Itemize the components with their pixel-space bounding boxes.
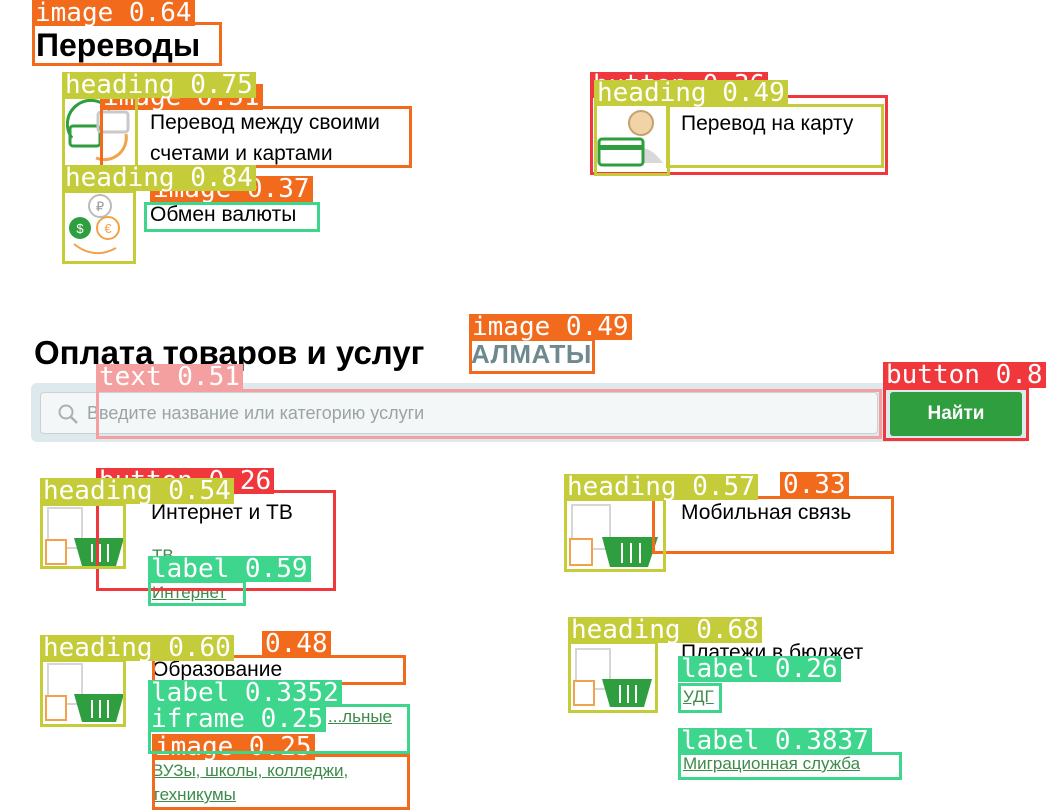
service-search-input[interactable] [40,392,878,434]
person-card-icon [597,103,671,173]
detection-label: image 0.64 [32,0,195,26]
search-button[interactable]: Найти [890,392,1022,436]
detection-label: iframe 0.25 [148,706,327,732]
transfer-own-accounts-link[interactable]: Перевод между своими счетами и картами [150,107,412,169]
detection-label: heading 0.75 [62,72,256,98]
detection-label: heading 0.54 [40,478,234,504]
detection-label: heading 0.68 [568,617,762,643]
shopping-basket-icon [568,501,664,571]
sub-link-universities[interactable]: ВУЗы, школы, колледжи, [152,761,348,781]
svg-text:₽: ₽ [96,199,104,214]
detection-label: button 0.8 [883,362,1046,388]
sub-link-education-1[interactable]: ...льные [328,707,392,727]
svg-text:$: $ [76,221,84,236]
detection-label: text 0.51 [96,364,243,390]
sub-link-internet[interactable]: Интернет [152,583,226,603]
shopping-basket-icon [44,504,130,570]
detection-label: 0.33 [780,472,849,498]
sub-link-technical-schools[interactable]: техникумы [152,785,236,805]
detection-label: heading 0.84 [62,165,256,191]
page-title: Переводы [36,27,201,63]
sub-link-udg[interactable]: УДГ [683,687,714,707]
shopping-basket-icon [572,645,658,711]
transfer-to-card-link[interactable]: Перевод на карту [681,108,853,139]
detection-label: image 0.49 [469,314,632,340]
sub-link-migration-service[interactable]: Миграционная служба [683,754,860,774]
detection-label: image 0.25 [152,734,315,760]
detection-label: label 0.3837 [678,728,872,754]
search-icon [57,403,79,425]
city-selector[interactable]: АЛМАТЫ [471,339,592,370]
detection-label: heading 0.49 [594,80,788,106]
shopping-basket-icon [44,660,130,726]
detection-label: label 0.3352 [148,680,342,706]
detection-label: heading 0.60 [40,635,234,661]
detection-label: 0.48 [262,631,331,657]
svg-text:€: € [104,221,112,236]
currency-exchange-icon: ₽ $ € [66,192,136,262]
detection-label: heading 0.57 [564,474,758,500]
detection-label: label 0.26 [678,656,841,682]
detection-label: label 0.59 [148,556,311,582]
